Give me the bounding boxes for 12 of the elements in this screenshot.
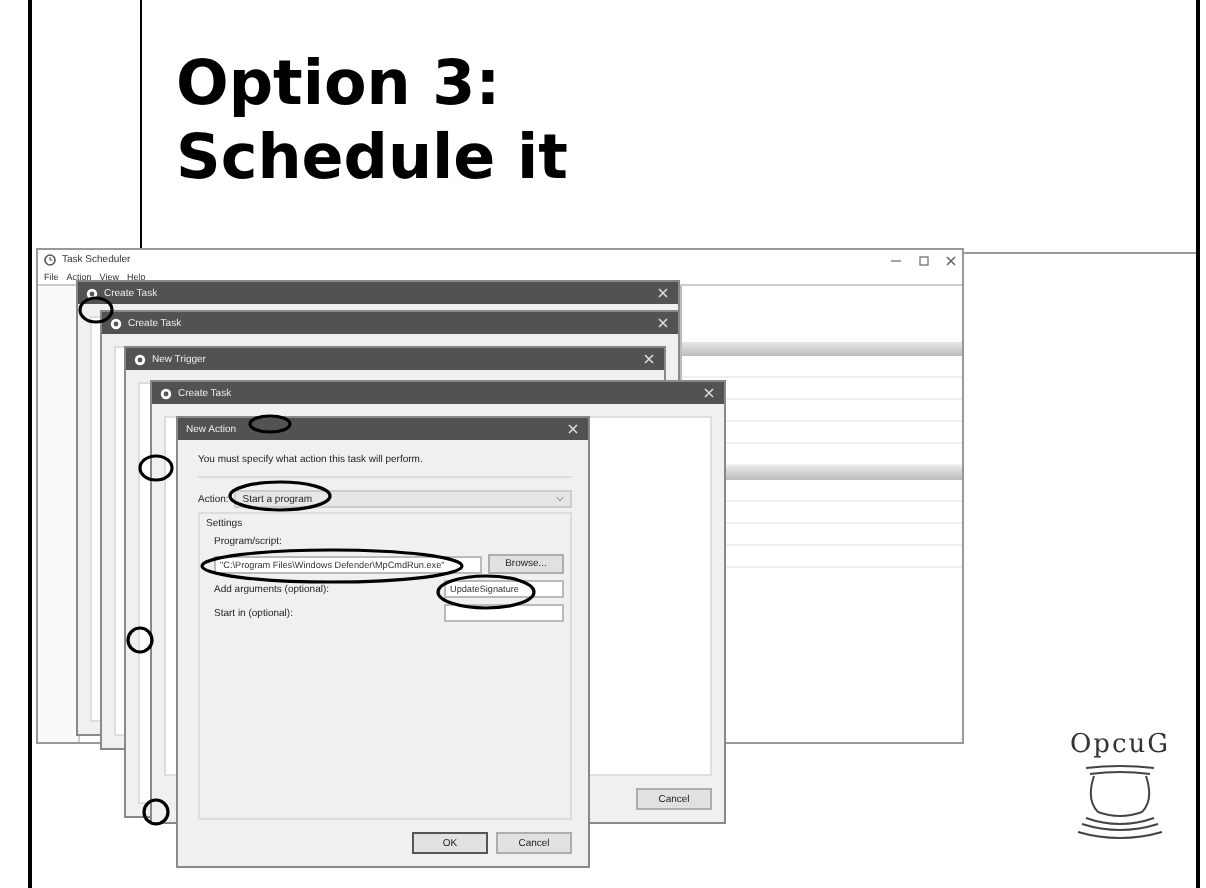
annotation-ellipse bbox=[124, 624, 156, 656]
caret-icon bbox=[556, 496, 564, 502]
annotation-ellipse bbox=[140, 796, 172, 828]
close-icon[interactable] bbox=[946, 255, 956, 265]
annotation-ellipse bbox=[136, 452, 176, 484]
minimize-icon bbox=[890, 255, 902, 265]
slide-title: Option 3: Schedule it bbox=[176, 48, 568, 196]
annotation-ellipse bbox=[76, 294, 116, 326]
logo-text: OpcuG bbox=[1070, 730, 1171, 760]
annotation-ellipse bbox=[246, 412, 294, 436]
annotation-ellipse bbox=[226, 478, 334, 514]
maximize-icon bbox=[918, 255, 930, 265]
